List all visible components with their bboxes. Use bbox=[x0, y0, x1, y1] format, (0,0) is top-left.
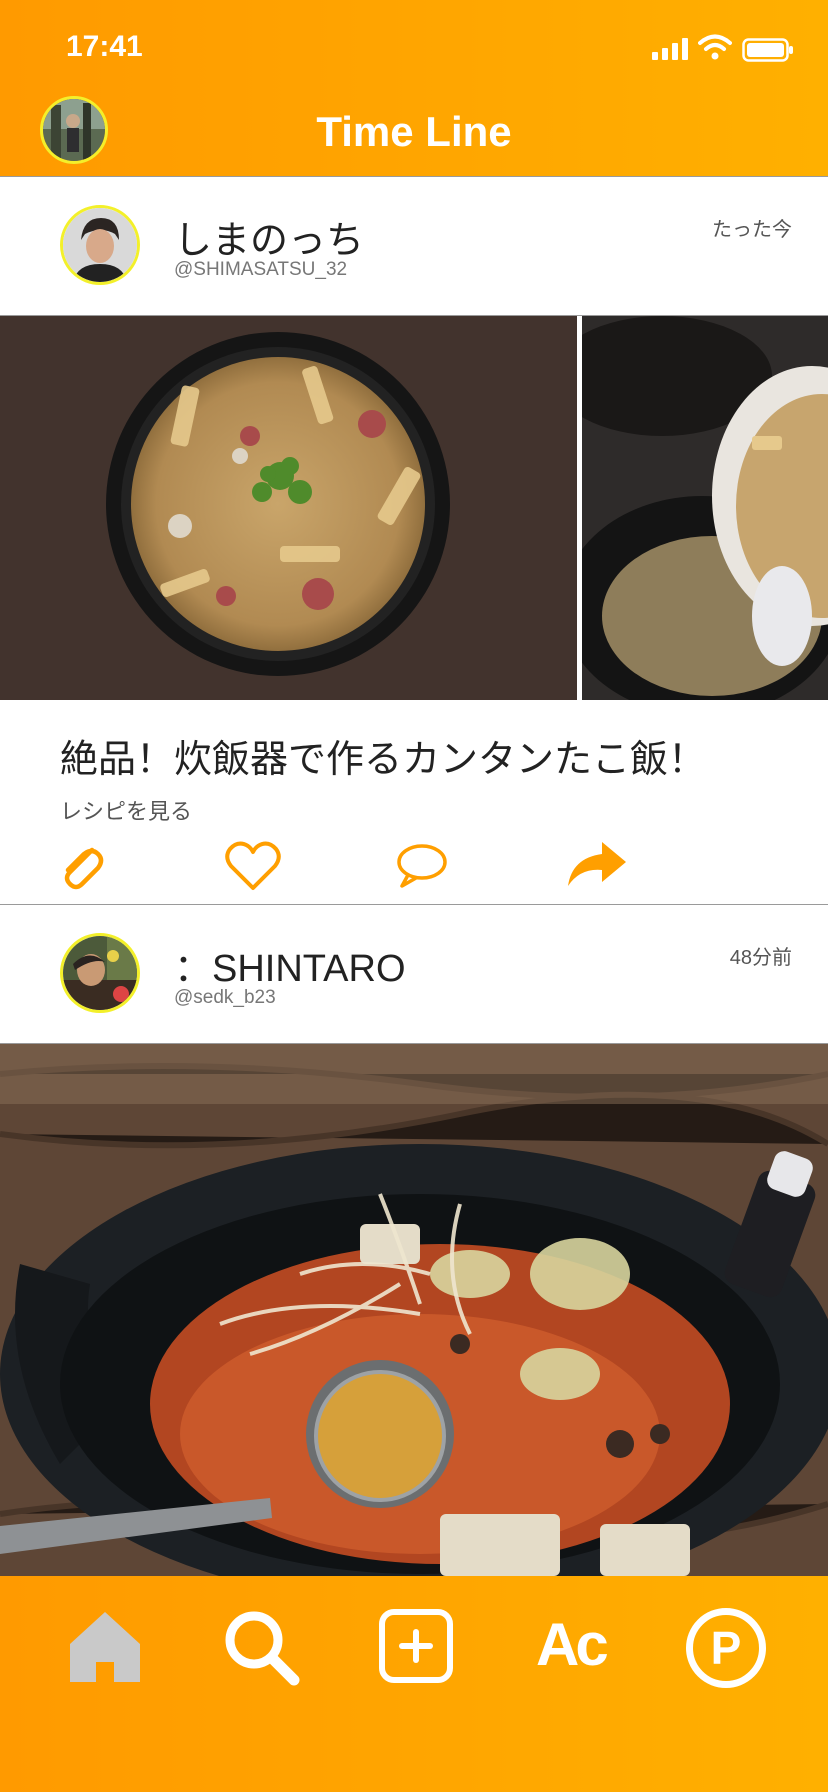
add-post-icon[interactable] bbox=[378, 1608, 454, 1684]
user-avatar[interactable] bbox=[60, 205, 140, 285]
search-icon[interactable] bbox=[222, 1608, 302, 1688]
battery-icon bbox=[742, 38, 793, 62]
points-icon[interactable]: P bbox=[686, 1608, 766, 1688]
photo-carousel[interactable] bbox=[0, 316, 828, 700]
takomeshi-photo-2 bbox=[582, 316, 828, 700]
account-icon[interactable]: Ac bbox=[536, 1610, 609, 1679]
post-header: しまのっち @SHIMASATSU_32 たった今 bbox=[0, 176, 828, 316]
post-header: ：SHINTARO @sedk_b23 48分前 bbox=[0, 904, 828, 1044]
user-name[interactable]: しまのっち bbox=[174, 209, 364, 264]
comment-icon[interactable] bbox=[396, 842, 448, 890]
user-name[interactable]: ：SHINTARO bbox=[174, 937, 406, 992]
app-header: 17:41 Time Line bbox=[0, 0, 828, 176]
post-time: たった今 bbox=[712, 219, 792, 241]
takomeshi-photo bbox=[0, 316, 577, 700]
home-icon[interactable] bbox=[66, 1608, 144, 1684]
post-actions bbox=[0, 830, 828, 906]
user-handle: @SHIMASATSU_32 bbox=[174, 259, 348, 280]
kimchi-nabe-image bbox=[0, 1044, 828, 1576]
page-title: Time Line bbox=[316, 108, 512, 155]
share-icon[interactable] bbox=[566, 840, 628, 888]
nabe-photo[interactable] bbox=[0, 1044, 828, 1576]
clip-icon[interactable] bbox=[58, 840, 104, 890]
status-time: 17:41 bbox=[66, 30, 143, 63]
tab-bar: Ac P bbox=[0, 1576, 828, 1792]
user-handle: @sedk_b23 bbox=[174, 987, 276, 1008]
wifi-icon bbox=[698, 34, 732, 60]
view-recipe-link[interactable]: レシピを見る bbox=[60, 794, 192, 826]
heart-icon[interactable] bbox=[224, 840, 282, 892]
post-title[interactable]: 絶品！炊飯器で作るカンタンたこ飯！ bbox=[60, 728, 706, 783]
user-avatar[interactable] bbox=[60, 933, 140, 1013]
post-time: 48分前 bbox=[729, 947, 792, 969]
signal-icon bbox=[652, 38, 688, 60]
